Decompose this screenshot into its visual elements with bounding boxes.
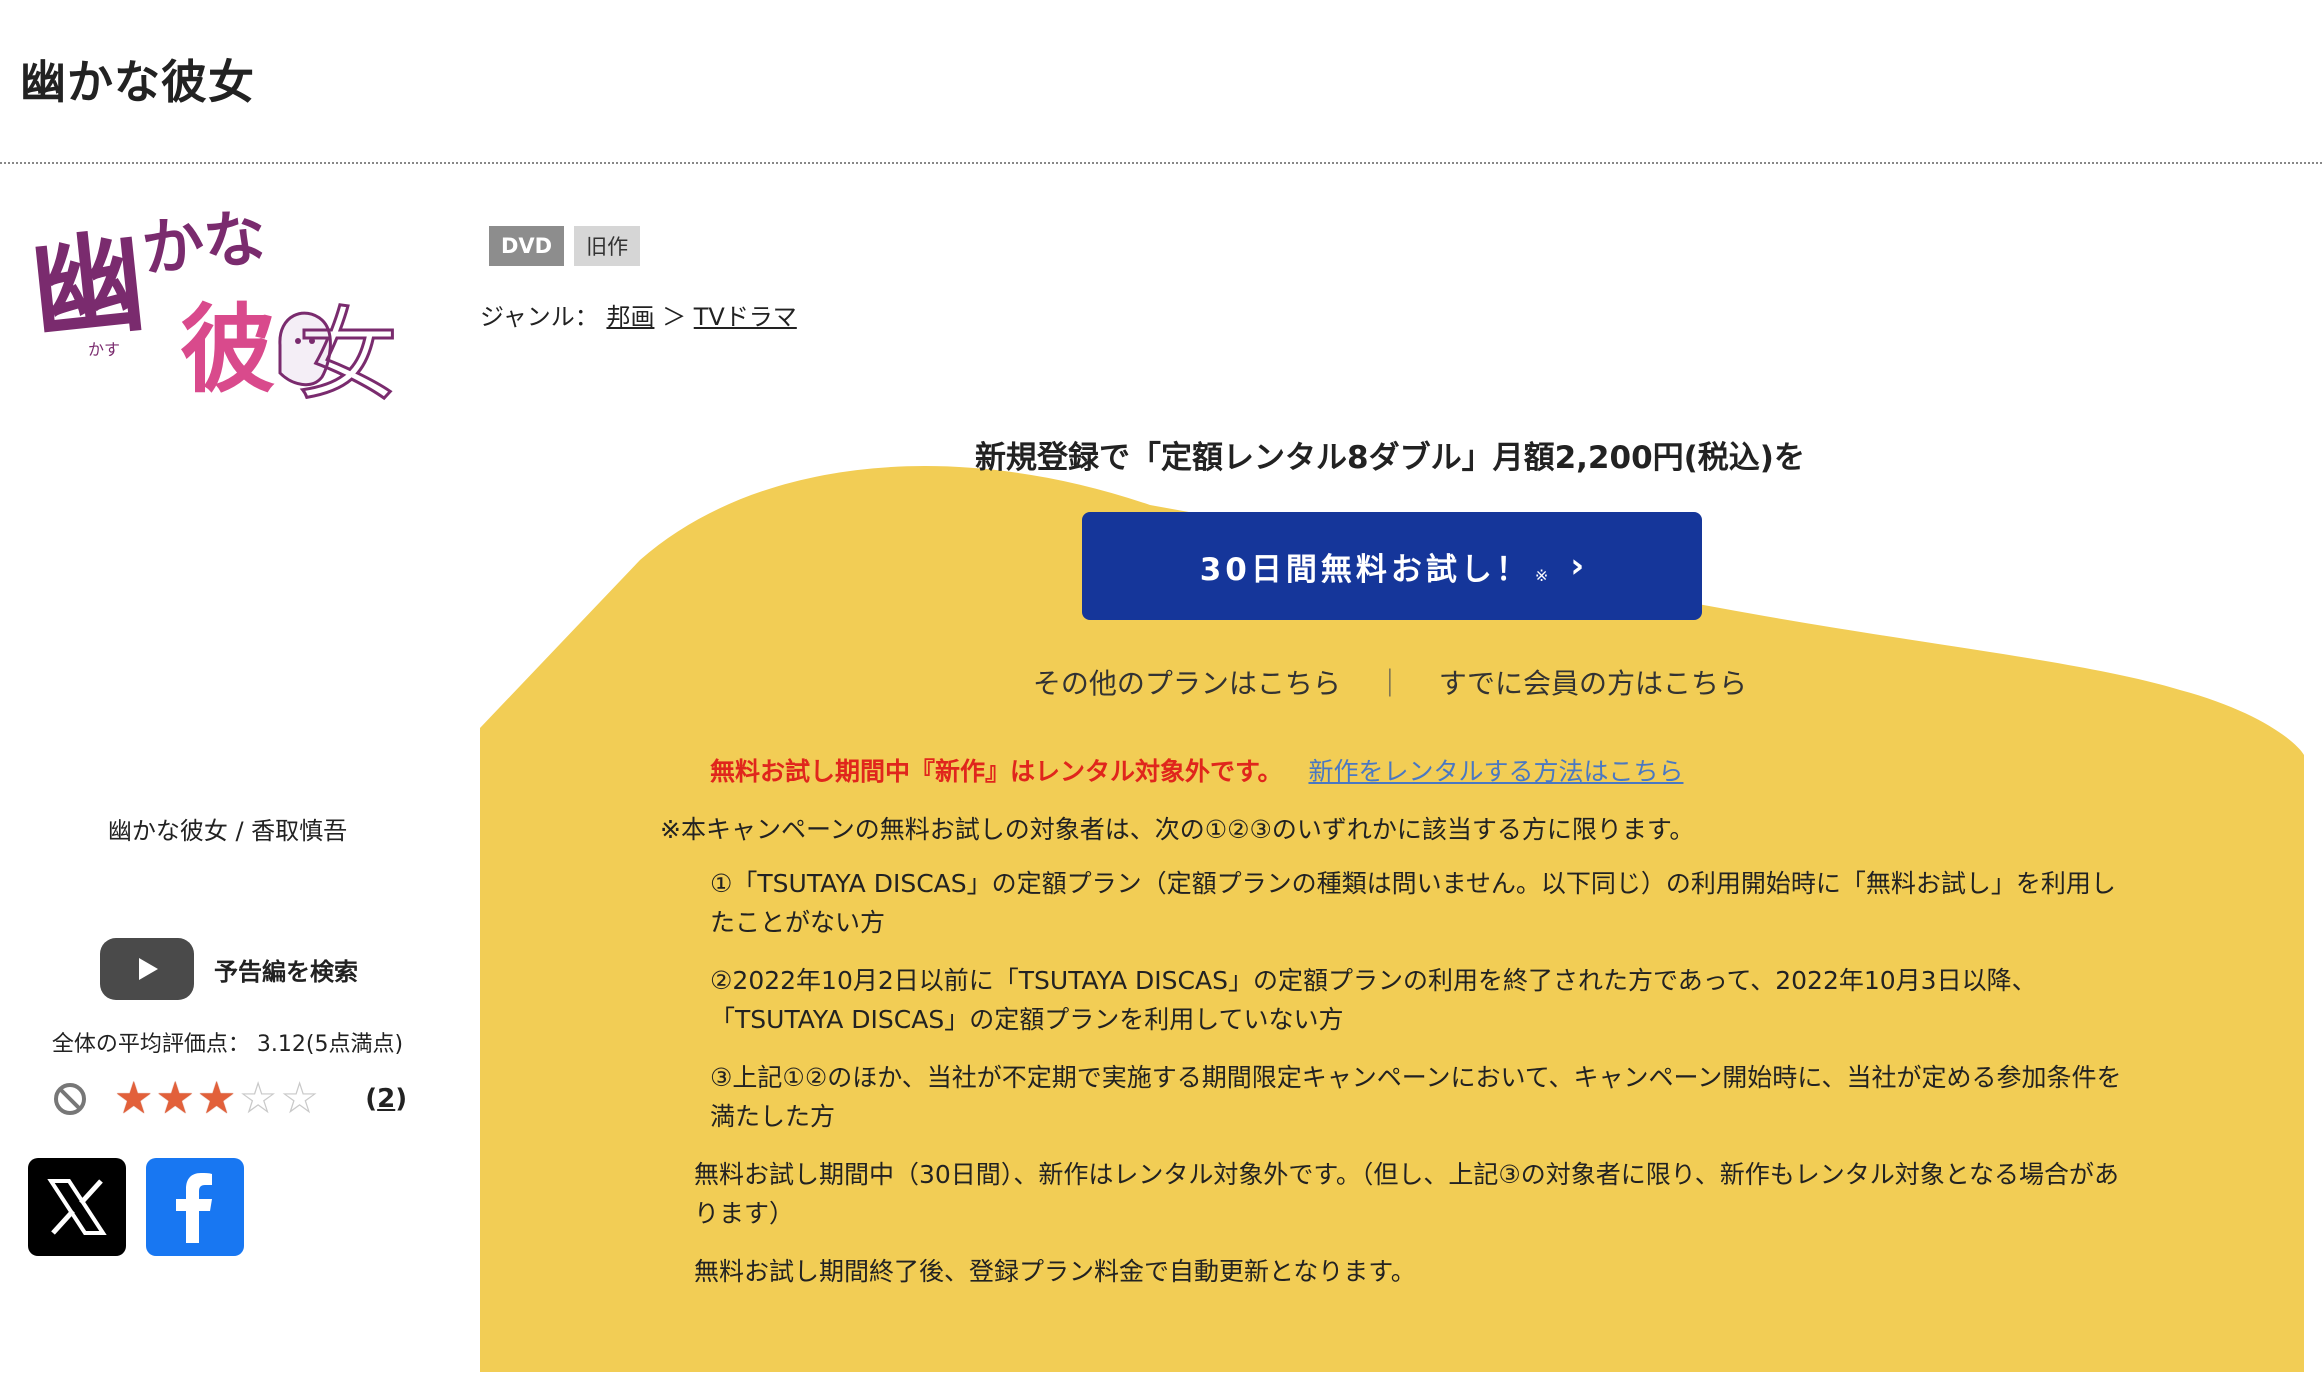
rating-row: ★ ★ ★ ☆ ☆ (2) (52, 1076, 407, 1122)
facebook-share-icon (176, 1173, 212, 1243)
free-trial-button[interactable]: 30日間無料お試し！ ※ › (1082, 512, 1702, 620)
plan-links-separator: ｜ (1375, 667, 1404, 700)
genre-breadcrumb: ジャンル： 邦画 ＞ TVドラマ (480, 297, 797, 332)
logo-char-1: 幽 (30, 217, 151, 358)
genre-link-tv-drama[interactable]: TVドラマ (694, 303, 797, 331)
terms-note: 無料お試し期間終了後、登録プラン料金で自動更新となります。 (694, 1257, 1416, 1286)
trailer-label: 予告編を検索 (214, 957, 358, 986)
trailer-search-button[interactable]: 予告編を検索 (100, 938, 358, 1000)
genre-separator: ＞ (662, 303, 687, 331)
promo-headline: 新規登録で「定額レンタル8ダブル」月額2,200円(税込)を (975, 440, 1805, 476)
review-count-open: ( (365, 1084, 378, 1114)
review-count: (2) (365, 1084, 407, 1114)
logo-kana: かな (138, 205, 269, 286)
genre-link-japanese-film[interactable]: 邦画 (606, 303, 654, 331)
campaign-terms: ※本キャンペーンの無料お試しの対象者は、次の①②③のいずれかに該当する方に限りま… (660, 810, 2130, 1310)
tag-dvd: DVD (489, 226, 565, 266)
new-release-rental-link[interactable]: 新作をレンタルする方法はこちら (1308, 757, 1683, 786)
logo-char-2: 彼 (180, 294, 276, 406)
product-caption: 幽かな彼女 / 香取慎吾 (107, 817, 348, 845)
x-share-icon (47, 1179, 107, 1235)
free-trial-label: 30日間無料お試し！ (1199, 551, 1531, 588)
star-filled-icon[interactable]: ★ (155, 1077, 194, 1121)
terms-note: 無料お試し期間中（30日間）、新作はレンタル対象外です。（但し、上記③の対象者に… (694, 1160, 2119, 1228)
youtube-play-icon (100, 938, 194, 1000)
format-tags: DVD 旧作 (489, 226, 650, 266)
plan-links: その他のプランはこちら ｜ すでに会員の方はこちら (480, 662, 2300, 702)
star-rating[interactable]: ★ ★ ★ ☆ ☆ (114, 1077, 321, 1121)
review-count-close: ) (395, 1084, 408, 1114)
x-share-button[interactable] (28, 1158, 126, 1256)
facebook-share-button[interactable] (146, 1158, 244, 1256)
review-count-link[interactable]: 2 (377, 1084, 395, 1114)
chevron-right-icon: › (1570, 546, 1585, 586)
page-title: 幽かな彼女 (20, 55, 255, 109)
title-logo: 幽 かな かす 彼 女 (30, 205, 400, 415)
terms-item: ③上記①②のほか、当社が不定期で実施する期間限定キャンペーンにおいて、キャンペー… (710, 1063, 2122, 1131)
not-interested-icon[interactable] (52, 1081, 88, 1117)
member-login-link[interactable]: すでに会員の方はこちら (1439, 667, 1747, 700)
star-filled-icon[interactable]: ★ (197, 1077, 236, 1121)
average-rating-text: 全体の平均評価点： 3.12(5点満点) (51, 1032, 404, 1057)
header-divider (0, 162, 2322, 164)
other-plans-link[interactable]: その他のプランはこちら (1033, 667, 1341, 700)
warning-text: 無料お試し期間中『新作』はレンタル対象外です。 (710, 757, 1283, 786)
logo-ruby: かす (88, 340, 120, 359)
tag-old-release: 旧作 (574, 226, 641, 266)
terms-item: ②2022年10月2日以前に「TSUTAYA DISCAS」の定額プランの利用を… (710, 966, 2037, 1034)
logo-char-3: 女 (298, 297, 398, 414)
star-filled-icon[interactable]: ★ (114, 1077, 153, 1121)
page: 幽かな彼女 幽 かな かす 彼 女 幽かな彼女 / 香取慎吾 予告編を検索 全体… (0, 0, 2322, 1386)
terms-item: ①「TSUTAYA DISCAS」の定額プラン（定額プランの種類は問いません。以… (710, 869, 2116, 937)
star-empty-icon[interactable]: ☆ (238, 1077, 277, 1121)
terms-intro: ※本キャンペーンの無料お試しの対象者は、次の①②③のいずれかに該当する方に限りま… (660, 815, 1695, 844)
star-empty-icon[interactable]: ☆ (280, 1077, 319, 1121)
new-release-warning: 無料お試し期間中『新作』はレンタル対象外です。 新作をレンタルする方法はこちら (710, 752, 1683, 788)
free-trial-note-mark: ※ (1534, 565, 1549, 585)
genre-label: ジャンル： (480, 303, 599, 331)
